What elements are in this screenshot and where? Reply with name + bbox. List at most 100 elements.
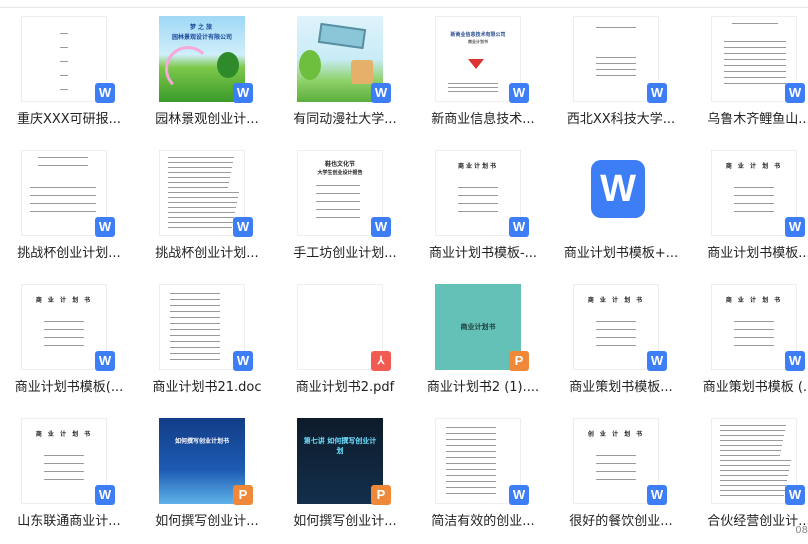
text-line (448, 87, 498, 88)
text-line (168, 157, 234, 158)
file-tile[interactable]: 新商业信息技术有限公司 商业计划书 W 新商业信息技术... (414, 8, 552, 142)
text-line (168, 172, 231, 173)
text-line (60, 33, 68, 34)
file-name: 合伙经营创业计... (707, 514, 808, 529)
text-line (168, 197, 238, 198)
file-tile[interactable]: 商 业 计 划 书 W 商业计划书模板... (690, 142, 808, 276)
text-line (596, 63, 636, 64)
file-tile[interactable]: 鞋也文化节 大学生创业设计报告 W 手工坊创业计划... (276, 142, 414, 276)
text-line (732, 23, 778, 24)
file-name: 园林景观创业计... (155, 112, 259, 127)
text-line (168, 192, 239, 193)
file-name: 商业策划书模板... (569, 380, 673, 395)
text-line (170, 317, 220, 318)
thumbnail-title: 商 业 计 划 书 (35, 431, 93, 438)
text-line (596, 471, 636, 472)
thumbnail-title: 商 业 计 划 书 (725, 297, 783, 304)
file-tile[interactable]: W 挑战杯创业计划... (138, 142, 276, 276)
page-indicator: 08 (795, 525, 808, 536)
text-line (60, 89, 68, 90)
file-name: 商业策划书模板 (... (702, 380, 808, 395)
text-line (30, 203, 96, 204)
text-line (168, 177, 230, 178)
file-tile[interactable]: 如何撰写创业计划书 P 如何撰写创业计... (138, 410, 276, 544)
file-name: 挑战杯创业计划... (17, 246, 121, 261)
file-tile[interactable]: 创 业 计 划 书 W 很好的餐饮创业... (552, 410, 690, 544)
thumbnail-subtitle: 园林景观设计有限公司 (171, 34, 232, 41)
text-line (720, 435, 784, 436)
text-line (720, 485, 786, 486)
text-line (734, 211, 774, 212)
text-line (170, 299, 220, 300)
file-tile[interactable]: W 乌鲁木齐鲤鱼山... (690, 8, 808, 142)
writer-file-icon: W (509, 83, 529, 103)
file-name: 手工坊创业计划... (293, 246, 397, 261)
text-line (168, 222, 233, 223)
text-line (734, 195, 774, 196)
thumbnail-title: 新商业信息技术有限公司 (450, 32, 506, 38)
text-line (596, 57, 636, 58)
file-name: 商业计划书2.pdf (295, 380, 395, 395)
file-name: 商业计划书模板-... (428, 246, 538, 261)
wps-writer-icon: W (591, 160, 645, 218)
text-line (38, 165, 88, 166)
text-line (720, 475, 788, 476)
writer-file-icon: W (785, 485, 805, 505)
file-tile[interactable]: W 商业计划书21.doc (138, 276, 276, 410)
file-name: 商业计划书2 (1).... (426, 380, 540, 395)
file-name: 重庆XXX可研报... (16, 112, 122, 127)
file-thumbnail[interactable]: W (573, 150, 659, 236)
text-line (458, 211, 498, 212)
file-tile[interactable]: W 合伙经营创业计... (690, 410, 808, 544)
file-tile[interactable]: 商业计划书 P 商业计划书2 (1).... (414, 276, 552, 410)
file-tile[interactable]: W 挑战杯创业计划... (0, 142, 138, 276)
text-line (724, 41, 786, 42)
text-line (724, 71, 786, 72)
file-tile[interactable]: W 商业计划书模板+... (552, 142, 690, 276)
text-line (446, 481, 496, 482)
text-line (316, 201, 360, 202)
text-line (44, 479, 84, 480)
text-line (458, 187, 498, 188)
file-tile[interactable]: W 重庆XXX可研报... (0, 8, 138, 142)
text-line (168, 212, 235, 213)
text-line (458, 203, 498, 204)
text-line (44, 455, 84, 456)
text-line (170, 341, 220, 342)
text-line (30, 211, 96, 212)
logo-icon (468, 59, 484, 69)
file-tile[interactable]: 商业计划书 W 商业计划书模板-... (414, 142, 552, 276)
text-line (30, 187, 96, 188)
file-tile[interactable]: 商 业 计 划 书 W 山东联通商业计... (0, 410, 138, 544)
text-line (720, 440, 783, 441)
file-name: 有同动漫社大学... (293, 112, 397, 127)
text-line (170, 335, 220, 336)
text-line (38, 157, 88, 158)
file-tile[interactable]: 商 业 计 划 书 W 商业策划书模板... (552, 276, 690, 410)
thumbnail-subtitle: 商业计划书 (468, 39, 488, 44)
file-tile[interactable]: 梦之旅 园林景观设计有限公司 W 园林景观创业计... (138, 8, 276, 142)
writer-file-icon: W (785, 83, 805, 103)
writer-file-icon: W (647, 83, 667, 103)
text-line (446, 487, 496, 488)
file-tile[interactable]: W 简洁有效的创业... (414, 410, 552, 544)
file-tile[interactable]: 商 业 计 划 书 W 商业策划书模板 (... (690, 276, 808, 410)
writer-file-icon: W (647, 485, 667, 505)
text-line (170, 353, 220, 354)
file-tile[interactable]: W 西北XX科技大学... (552, 8, 690, 142)
writer-file-icon: W (785, 351, 805, 371)
text-line (720, 495, 784, 496)
file-tile[interactable]: ⅄ 商业计划书2.pdf (276, 276, 414, 410)
rainbow-icon (165, 46, 211, 92)
file-tile[interactable]: 第七讲 如何撰写创业计划 P 如何撰写创业计... (276, 410, 414, 544)
text-line (720, 425, 786, 426)
text-line (446, 427, 496, 428)
writer-file-icon: W (785, 217, 805, 237)
file-name: 商业计划书模板(... (14, 380, 124, 395)
text-line (596, 329, 636, 330)
file-tile[interactable]: W 有同动漫社大学... (276, 8, 414, 142)
text-line (170, 347, 220, 348)
text-line (596, 463, 636, 464)
file-tile[interactable]: 商 业 计 划 书 W 商业计划书模板(... (0, 276, 138, 410)
writer-file-icon: W (371, 83, 391, 103)
